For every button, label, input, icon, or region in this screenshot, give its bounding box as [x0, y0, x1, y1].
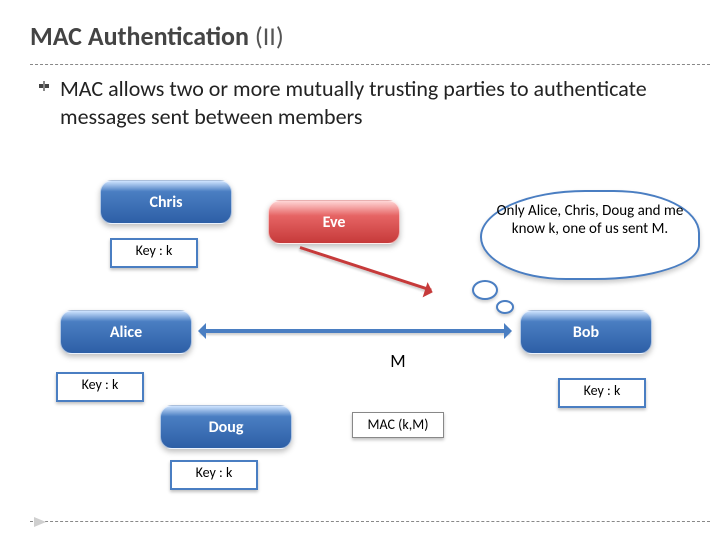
node-eve: Eve	[268, 200, 400, 244]
label-mac: MAC (k,M)	[352, 412, 444, 438]
node-doug: Doug	[160, 405, 292, 449]
thought-bubble-dot-1	[472, 280, 498, 300]
label-bob: Bob	[573, 323, 599, 342]
label-chris: Chris	[149, 193, 182, 212]
title-divider	[30, 64, 710, 65]
label-doug: Doug	[209, 418, 244, 437]
title-main: MAC Authentication	[30, 20, 255, 52]
thought-bubble: Only Alice, Chris, Doug and me know k, o…	[480, 190, 700, 280]
label-m: M	[378, 350, 418, 372]
arrow-alice-bob	[200, 329, 510, 333]
key-doug: Key : k	[170, 460, 258, 490]
node-chris: Chris	[100, 180, 232, 224]
node-alice: Alice	[60, 310, 192, 354]
slide-title: MAC Authentication (II)	[30, 20, 284, 52]
eve-arrow	[300, 246, 432, 291]
footer-triangle-icon	[32, 515, 48, 534]
key-bob: Key : k	[558, 378, 646, 408]
label-eve: Eve	[323, 213, 346, 232]
thought-text: Only Alice, Chris, Doug and me know k, o…	[497, 202, 684, 238]
body-text: MAC allows two or more mutually trusting…	[60, 75, 690, 130]
bullet-icon	[38, 80, 50, 92]
key-chris: Key : k	[110, 238, 198, 268]
slide: MAC Authentication (II) MAC allows two o…	[0, 0, 720, 540]
title-suffix: (II)	[255, 20, 284, 52]
label-alice: Alice	[110, 323, 142, 342]
footer-divider	[30, 521, 710, 522]
key-alice: Key : k	[56, 372, 144, 402]
thought-bubble-dot-2	[496, 300, 514, 314]
node-bob: Bob	[520, 310, 652, 354]
diagram-stage: Chris Key : k Eve Only Alice, Chris, Dou…	[0, 160, 720, 500]
